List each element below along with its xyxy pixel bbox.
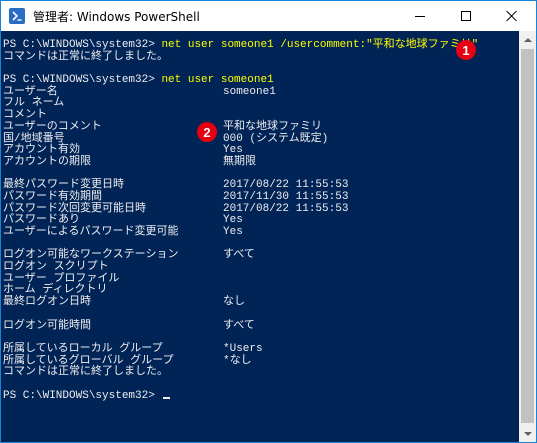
property-value: *なし [223,354,252,367]
user-property-row: フル ネーム [3,98,519,110]
powershell-window: 管理者: Windows PowerShell PS C:\WINDOWS\sy… [0,0,537,443]
user-property-row: 所属しているローカル グループ *Users [3,342,519,356]
property-name: 所属しているローカル グループ [3,342,163,355]
output-line: コマンドは正常に終了しました。 [3,50,168,63]
user-property-row: ユーザー名 someone1 [3,85,519,99]
property-name: パスワード有効期間 [3,190,102,203]
user-property-row: ユーザーによるパスワード変更可能 Yes [3,226,519,239]
user-property-row: アカウントの期限 無期限 [3,155,519,169]
property-value: すべて [223,319,255,332]
property-name: ログオン スクリプト [3,261,109,274]
vertical-scrollbar[interactable] [519,31,536,442]
powershell-icon [9,8,25,24]
output-line: コマンドは正常に終了しました。 [3,366,168,379]
annotation-badge-1: 1 [456,40,476,60]
current-prompt-line: PS C:\WINDOWS\system32> [3,389,519,403]
user-property-row: ログオン スクリプト [3,261,519,274]
scroll-down-button[interactable] [519,425,536,442]
prompt-text: PS C:\WINDOWS\system32> [3,389,162,402]
minimize-icon [415,15,425,17]
property-value: Yes [223,226,243,238]
property-name: アカウントの期限 [3,155,91,168]
user-property-row: ログオン可能時間 すべて [3,319,519,333]
prompt-text: PS C:\WINDOWS\system32> [3,74,162,87]
command-text: net user someone1 /usercomment:"平和な地球ファミ… [161,39,479,51]
property-value: 無期限 [223,155,256,168]
text-cursor [163,396,171,399]
window-title: 管理者: Windows PowerShell [33,10,200,24]
command-line: PS C:\WINDOWS\system32> net user someone… [3,74,519,87]
property-name: 最終ログオン日時 [3,296,91,309]
command-text: net user someone1 [161,74,274,87]
maximize-icon [461,11,471,21]
property-value: 平和な地球ファミリ [223,120,322,133]
user-property-row: ユーザーのコメント 平和な地球ファミリ [3,120,519,134]
property-value: すべて [223,249,255,262]
maximize-button[interactable] [443,1,489,31]
chevron-up-icon [523,37,532,42]
user-property-row: パスワード次回変更可能日時 2017/08/22 11:55:53 [3,203,519,216]
scrollbar-thumb[interactable] [521,49,534,423]
command-line: PS C:\WINDOWS\system32> net user someone… [3,39,519,52]
title-bar[interactable]: 管理者: Windows PowerShell [1,1,536,31]
property-name: ユーザーのコメント [3,120,102,133]
property-value: someone1 [223,85,276,98]
chevron-down-icon [523,431,532,436]
user-property-row: パスワード有効期間 2017/11/30 11:55:53 [3,190,519,204]
property-value: *Users [223,342,263,355]
property-name: ユーザーによるパスワード変更可能 [3,226,179,238]
close-button[interactable] [489,1,535,31]
console-output[interactable]: PS C:\WINDOWS\system32> net user someone… [1,31,519,442]
close-icon [506,10,518,22]
property-value: 2017/11/30 11:55:53 [223,190,349,203]
property-value: なし [223,296,245,309]
annotation-badge-2: 2 [197,122,217,142]
user-property-row: 国/地域番号 000 (システム既定) [3,133,519,146]
property-name: ログオン可能時間 [3,319,91,332]
prompt-text: PS C:\WINDOWS\system32> [3,39,162,51]
scroll-up-button[interactable] [519,31,536,48]
minimize-button[interactable] [397,1,443,31]
user-property-row: 最終ログオン日時 なし [3,296,519,309]
